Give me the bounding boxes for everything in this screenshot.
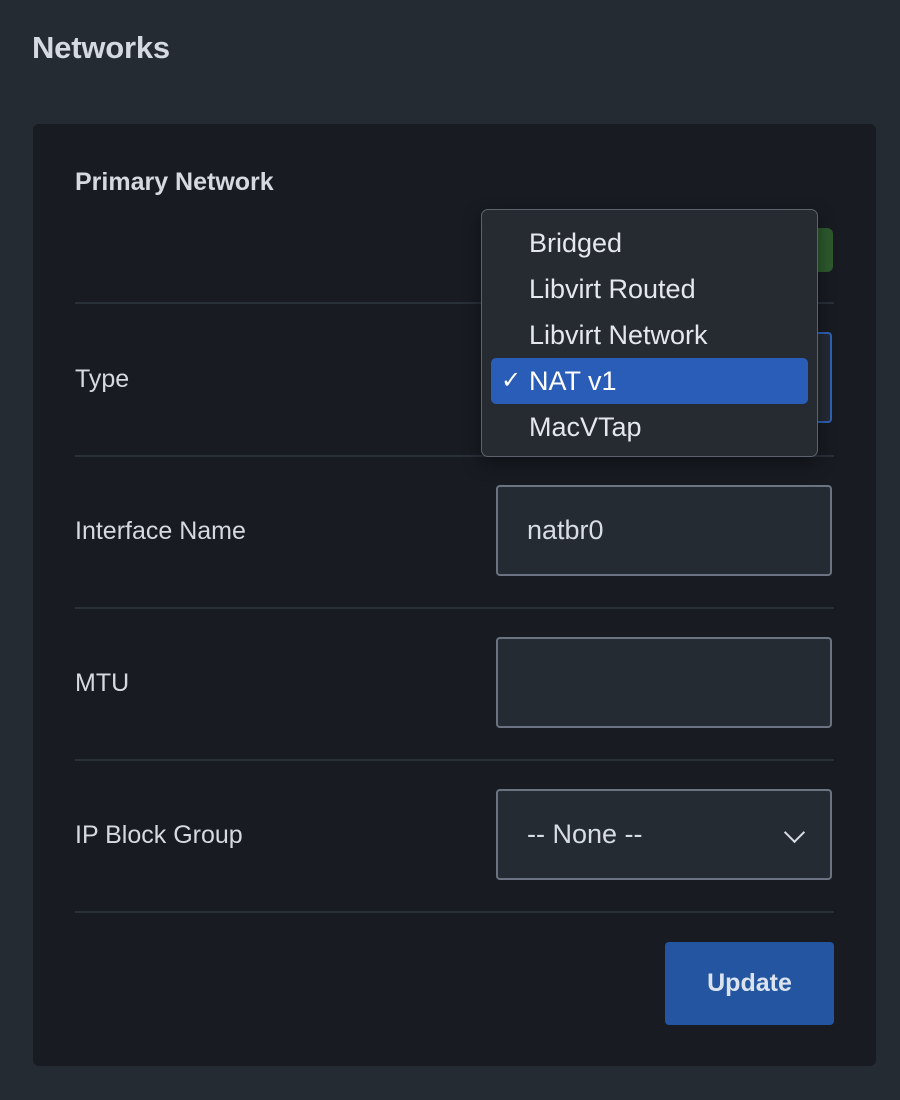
ip-block-group-value: -- None -- bbox=[527, 819, 643, 849]
type-option-macvtap[interactable]: MacVTap bbox=[491, 404, 808, 450]
type-option-nat-v1[interactable]: ✓ NAT v1 bbox=[491, 358, 808, 404]
mtu-input[interactable] bbox=[496, 637, 832, 728]
interface-name-value: natbr0 bbox=[527, 515, 604, 545]
type-option-label: Libvirt Routed bbox=[529, 273, 696, 304]
type-option-label: NAT v1 bbox=[529, 365, 617, 396]
checkmark-icon: ✓ bbox=[501, 366, 522, 394]
type-dropdown-menu: Bridged Libvirt Routed Libvirt Network ✓ NAT… bbox=[481, 209, 818, 457]
type-option-libvirt-routed[interactable]: Libvirt Routed bbox=[491, 266, 808, 312]
card-title: Primary Network bbox=[75, 168, 274, 196]
divider bbox=[75, 911, 834, 913]
interface-name-label: Interface Name bbox=[75, 517, 246, 545]
interface-name-input[interactable]: natbr0 bbox=[496, 485, 832, 576]
divider bbox=[75, 607, 834, 609]
type-option-label: Libvirt Network bbox=[529, 319, 708, 350]
divider bbox=[75, 759, 834, 761]
chevron-down-icon bbox=[783, 821, 806, 843]
type-option-label: Bridged bbox=[529, 227, 623, 258]
page-title: Networks bbox=[32, 30, 170, 65]
update-button[interactable]: Update bbox=[665, 942, 834, 1025]
type-option-libvirt-network[interactable]: Libvirt Network bbox=[491, 312, 808, 358]
ip-block-group-select[interactable]: -- None -- bbox=[496, 789, 832, 880]
type-option-bridged[interactable]: Bridged bbox=[491, 220, 808, 266]
type-label: Type bbox=[75, 365, 130, 393]
ip-block-group-label: IP Block Group bbox=[75, 821, 243, 849]
type-option-label: MacVTap bbox=[529, 411, 642, 442]
mtu-label: MTU bbox=[75, 669, 130, 697]
